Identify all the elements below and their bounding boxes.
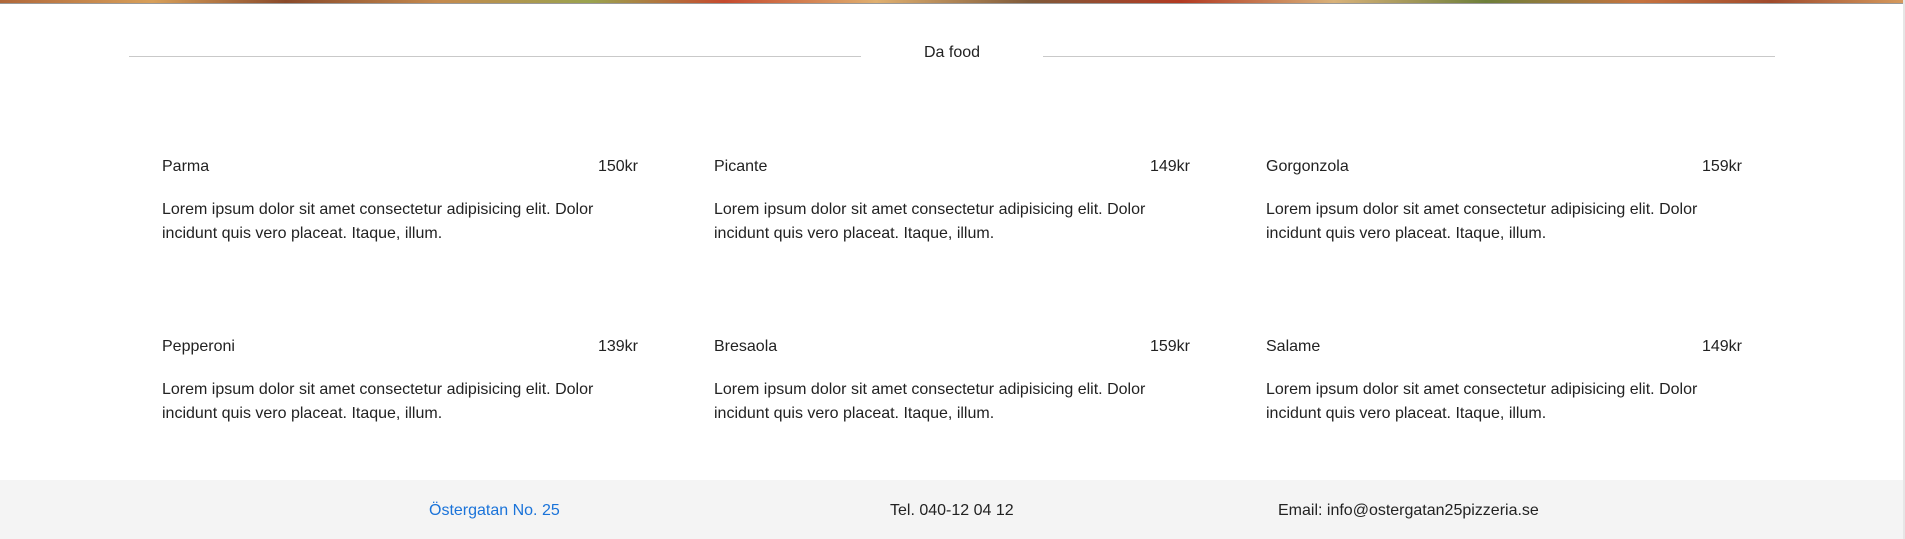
menu-item-description: Lorem ipsum dolor sit amet consectetur a… xyxy=(162,381,594,422)
menu-item-description: Lorem ipsum dolor sit amet consectetur a… xyxy=(1266,381,1698,422)
menu-item-header: Pepperoni 139kr xyxy=(162,338,638,360)
menu-item-price: 159kr xyxy=(1701,158,1742,175)
menu-item-header: Salame 149kr xyxy=(1266,338,1742,360)
menu-item-price: 150kr xyxy=(597,158,638,175)
menu-item-name: Parma xyxy=(162,158,210,175)
footer: Östergatan No. 25 Tel. 040-12 04 12 Emai… xyxy=(0,480,1905,539)
menu-item-salame: Salame 149kr Lorem ipsum dolor sit amet … xyxy=(1266,338,1742,426)
menu-item-description: Lorem ipsum dolor sit amet consectetur a… xyxy=(1266,201,1698,242)
menu-item-picante: Picante 149kr Lorem ipsum dolor sit amet… xyxy=(714,158,1190,246)
menu-item-name: Pepperoni xyxy=(162,338,235,355)
heading-divider-left xyxy=(129,56,861,57)
menu-item-price: 149kr xyxy=(1701,338,1742,355)
menu-item-header: Picante 149kr xyxy=(714,158,1190,180)
menu-item-price: 139kr xyxy=(597,338,638,355)
menu-item-name: Salame xyxy=(1266,338,1321,355)
menu-item-gorgonzola: Gorgonzola 159kr Lorem ipsum dolor sit a… xyxy=(1266,158,1742,246)
menu-item-header: Gorgonzola 159kr xyxy=(1266,158,1742,180)
menu-item-name: Bresaola xyxy=(714,338,778,355)
menu-item-parma: Parma 150kr Lorem ipsum dolor sit amet c… xyxy=(162,158,638,246)
footer-address-link[interactable]: Östergatan No. 25 xyxy=(429,502,560,520)
menu-item-bresaola: Bresaola 159kr Lorem ipsum dolor sit ame… xyxy=(714,338,1190,426)
menu-item-price: 149kr xyxy=(1149,158,1190,175)
menu-item-price: 159kr xyxy=(1149,338,1190,355)
menu-item-header: Bresaola 159kr xyxy=(714,338,1190,360)
heading-divider-right xyxy=(1043,56,1775,57)
menu-item-pepperoni: Pepperoni 139kr Lorem ipsum dolor sit am… xyxy=(162,338,638,426)
menu-item-description: Lorem ipsum dolor sit amet consectetur a… xyxy=(714,201,1146,242)
section-heading: Da food xyxy=(923,44,981,61)
footer-phone: Tel. 040-12 04 12 xyxy=(890,502,1014,519)
menu-item-header: Parma 150kr xyxy=(162,158,638,180)
hero-image-strip xyxy=(0,0,1905,4)
menu-item-description: Lorem ipsum dolor sit amet consectetur a… xyxy=(714,381,1146,422)
menu-item-description: Lorem ipsum dolor sit amet consectetur a… xyxy=(162,201,594,242)
page: Da food Parma 150kr Lorem ipsum dolor si… xyxy=(0,0,1905,539)
menu-item-name: Picante xyxy=(714,158,768,175)
section-heading-row: Da food xyxy=(129,40,1775,70)
menu-item-name: Gorgonzola xyxy=(1266,158,1349,175)
footer-email: Email: info@ostergatan25pizzeria.se xyxy=(1278,502,1539,519)
